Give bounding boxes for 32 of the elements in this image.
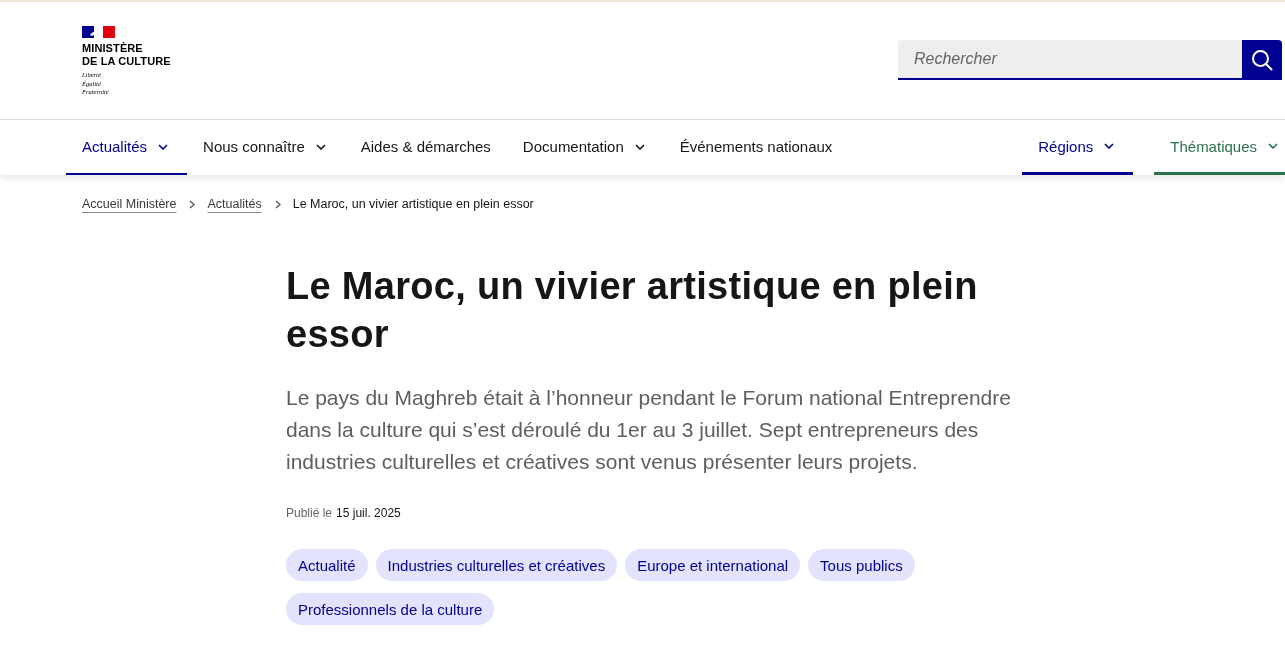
chevron-right-icon <box>189 199 196 209</box>
published-date: 15 juil. 2025 <box>336 506 401 520</box>
chevron-right-icon <box>274 199 281 209</box>
tag[interactable]: Industries culturelles et créatives <box>375 549 618 581</box>
search-button[interactable] <box>1242 40 1282 80</box>
search-icon <box>1251 49 1273 71</box>
article-lead: Le pays du Maghreb était à l’honneur pendant le Forum national Entreprendre dans la culture qui s’est déroulé du 1er au 3 juillet. Sept entrepreneurs des industries culturelles et créatives sont venus présenter leurs projets. <box>286 385 1012 475</box>
chevron-down-icon <box>634 143 645 150</box>
nav-tab[interactable]: Aides & démarches <box>344 120 507 175</box>
chevron-down-icon <box>1268 143 1278 149</box>
tag[interactable]: Europe et international <box>625 549 801 581</box>
chevron-down-icon <box>158 143 169 150</box>
breadcrumb-link[interactable]: Accueil Ministère <box>82 197 177 211</box>
chevron-down-icon <box>315 143 326 150</box>
chevron-down-icon <box>1104 143 1115 149</box>
nav-tab[interactable]: Thématiques <box>1154 120 1285 175</box>
search-field[interactable]: Rechercher <box>898 40 1242 80</box>
tag[interactable]: Tous publics <box>808 549 915 581</box>
nav-tab[interactable]: Actualités <box>66 120 188 175</box>
nav-tab[interactable]: Documentation <box>506 120 664 175</box>
logo-text: DE LA CULTURE <box>82 55 171 68</box>
article-title: Le Maroc, un vivier artistique en plein essor <box>286 264 979 357</box>
nav-tab[interactable]: Événements nationaux <box>663 120 849 175</box>
logo-text: MINISTÈRE <box>82 42 143 55</box>
tag[interactable]: Actualité <box>286 549 368 581</box>
published-label: Publié le <box>286 506 333 520</box>
breadcrumb-link[interactable]: Actualités <box>207 197 262 211</box>
breadcrumb-current: Le Maroc, un vivier artistique en plein essor <box>292 197 534 211</box>
tag[interactable]: Professionnels de la culture <box>286 593 495 625</box>
nav-tab[interactable]: Nous connaître <box>187 120 345 175</box>
nav-tab[interactable]: Régions <box>1022 120 1134 175</box>
flag-icon <box>82 26 115 38</box>
